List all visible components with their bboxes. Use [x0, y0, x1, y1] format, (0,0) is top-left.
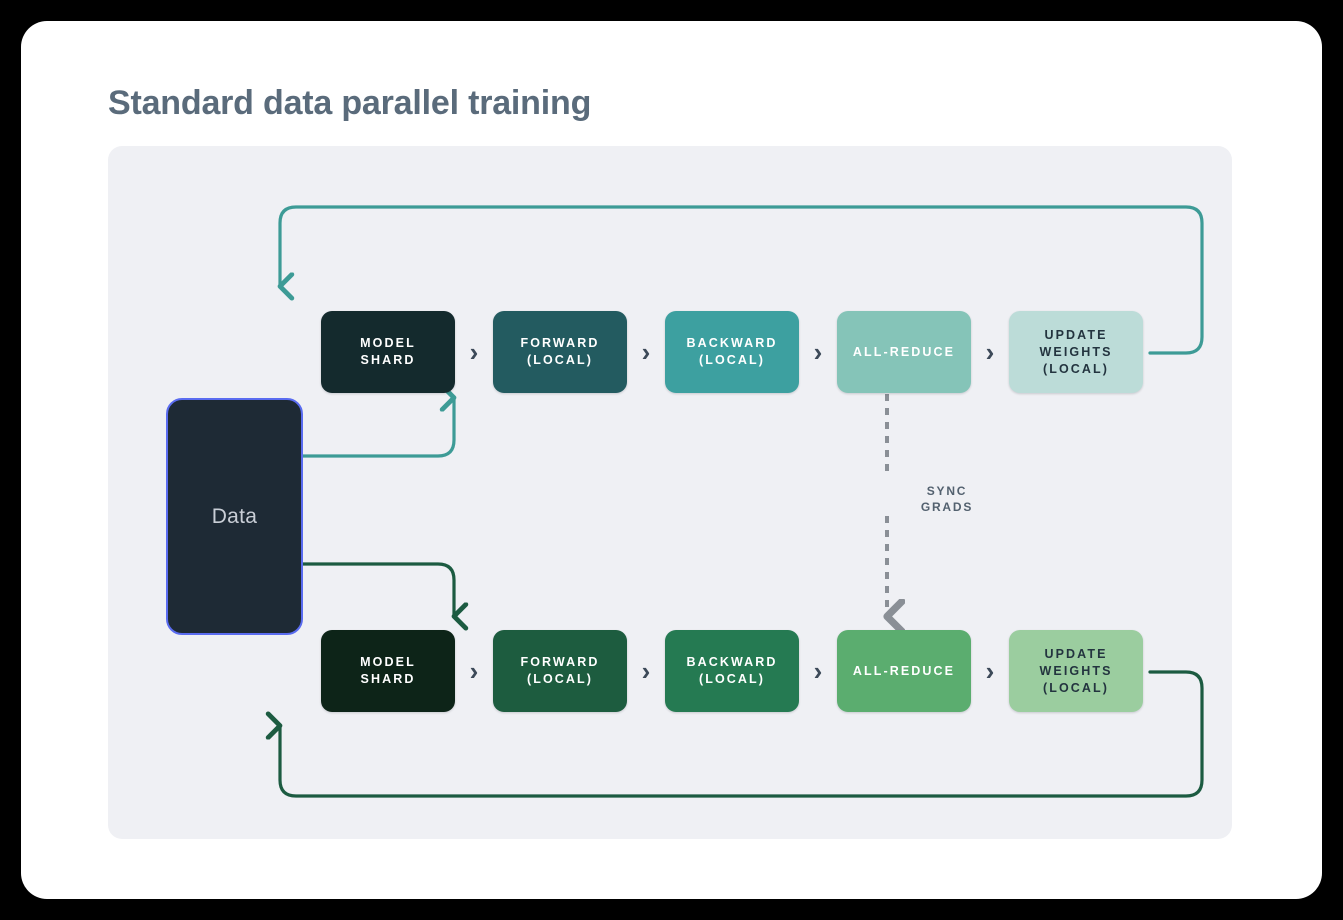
- chevron-right-icon: ›: [813, 337, 823, 367]
- replica-bottom-model-shard-label-2: SHARD: [360, 672, 416, 686]
- replica-top-update-weights-label-3: (LOCAL): [1042, 361, 1110, 376]
- replica-bottom-forward-local-label-1: FORWARD: [520, 655, 600, 669]
- replica-bottom-forward-local-label-2: (LOCAL): [526, 672, 594, 686]
- replica-bottom-update-weights-label-2: WEIGHTS: [1039, 663, 1113, 678]
- diagram-panel: /* Data -> top FORWARD */ /* Data -> bot…: [108, 146, 1232, 839]
- chevron-right-icon: ›: [469, 656, 479, 686]
- data-to-top-forward-path: [301, 398, 454, 458]
- sync-grads-label-line1: SYNC: [926, 484, 968, 498]
- chevron-right-icon: ›: [813, 656, 823, 686]
- replica-top-backward-local-label-2: (LOCAL): [698, 353, 766, 367]
- replica-top-backward-local-label-1: BACKWARD: [686, 336, 778, 350]
- data-node[interactable]: Data: [166, 398, 303, 635]
- replica-bottom-backward-local-label-2: (LOCAL): [698, 672, 766, 686]
- sync-grads-label: SYNC GRADS: [887, 483, 1007, 515]
- data-node-label: Data: [211, 504, 258, 528]
- replica-top-update-weights-label-2: WEIGHTS: [1039, 344, 1113, 359]
- replica-bottom-forward-local[interactable]: FORWARD (LOCAL): [493, 630, 627, 712]
- replica-bottom-backward-local[interactable]: BACKWARD (LOCAL): [665, 630, 799, 712]
- replica-top-model-shard-label-2: SHARD: [360, 353, 416, 367]
- content-card: Standard data parallel training Data MOD…: [21, 21, 1322, 899]
- replica-top-model-shard[interactable]: MODEL SHARD: [321, 311, 455, 393]
- data-to-bottom-forward-path: [301, 562, 454, 616]
- replica-row-top: MODEL SHARD › FORWARD (LOCAL) › BACKWARD (LOCAL…: [321, 311, 1143, 393]
- replica-bottom-model-shard-label-1: MODEL: [360, 655, 416, 669]
- chevron-right-icon: ›: [985, 656, 995, 686]
- replica-bottom-update-weights-label-3: (LOCAL): [1042, 680, 1110, 695]
- replica-top-all-reduce[interactable]: ALL-REDUCE: [837, 311, 971, 393]
- replica-top-forward-local-label-1: FORWARD: [520, 336, 600, 350]
- replica-bottom-backward-local-label-1: BACKWARD: [686, 655, 778, 669]
- replica-bottom-update-weights[interactable]: UPDATE WEIGHTS (LOCAL): [1009, 630, 1143, 712]
- chevron-right-icon: ›: [985, 337, 995, 367]
- replica-bottom-model-shard[interactable]: MODEL SHARD: [321, 630, 455, 712]
- replica-top-forward-local-label-2: (LOCAL): [526, 353, 594, 367]
- replica-top-update-weights-label-1: UPDATE: [1044, 327, 1108, 342]
- replica-top-all-reduce-label-1: ALL-REDUCE: [852, 344, 956, 359]
- replica-bottom-all-reduce[interactable]: ALL-REDUCE: [837, 630, 971, 712]
- replica-bottom-update-weights-label-1: UPDATE: [1044, 646, 1108, 661]
- chevron-right-icon: ›: [469, 337, 479, 367]
- replica-row-bottom: MODEL SHARD › FORWARD (LOCAL) › BACKWARD (LOCAL…: [321, 630, 1143, 712]
- replica-top-backward-local[interactable]: BACKWARD (LOCAL): [665, 311, 799, 393]
- replica-top-update-weights[interactable]: UPDATE WEIGHTS (LOCAL): [1009, 311, 1143, 393]
- chevron-right-icon: ›: [641, 337, 651, 367]
- replica-top-model-shard-label-1: MODEL: [360, 336, 416, 350]
- replica-top-forward-local[interactable]: FORWARD (LOCAL): [493, 311, 627, 393]
- replica-bottom-all-reduce-label-1: ALL-REDUCE: [852, 663, 956, 678]
- sync-grads-label-line2: GRADS: [920, 500, 974, 514]
- screenshot-root: Standard data parallel training Data MOD…: [0, 0, 1343, 920]
- chevron-right-icon: ›: [641, 656, 651, 686]
- page-title: Standard data parallel training: [108, 84, 592, 122]
